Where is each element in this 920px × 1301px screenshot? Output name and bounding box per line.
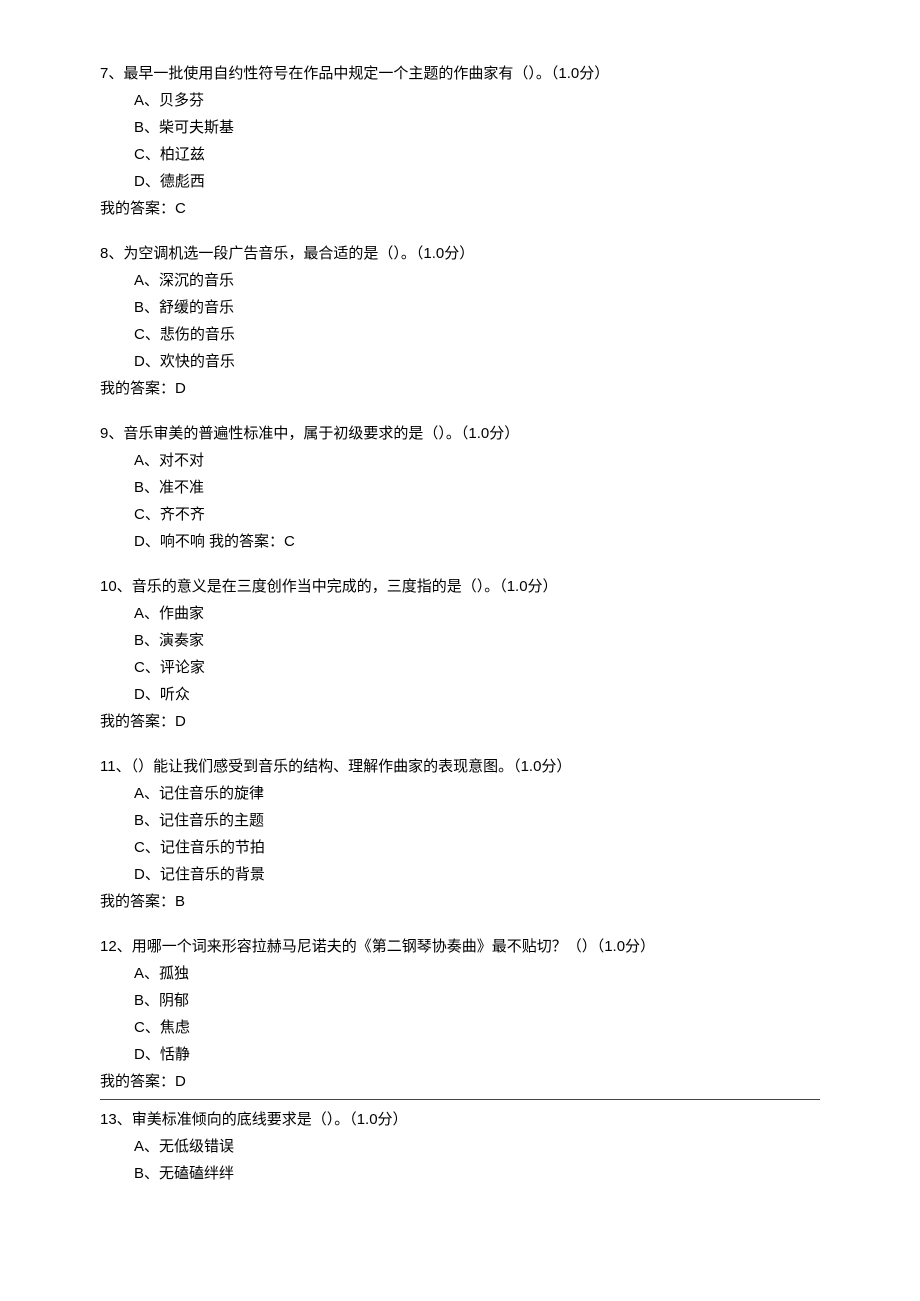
question-13: 13、审美标准倾向的底线要求是（）。（1.0分） A、无低级错误 B、无磕磕绊绊 — [100, 1106, 820, 1187]
question-12: 12、用哪一个词来形容拉赫马尼诺夫的《第二钢琴协奏曲》最不贴切？（）（1.0分）… — [100, 933, 820, 1095]
question-body: 音乐的意义是在三度创作当中完成的，三度指的是（）。（1.0分） — [132, 578, 558, 595]
option-c: C、记住音乐的节拍 — [100, 834, 820, 861]
question-text: 11、（）能让我们感受到音乐的结构、理解作曲家的表现意图。（1.0分） — [100, 753, 820, 780]
option-b: B、演奏家 — [100, 627, 820, 654]
question-body: 用哪一个词来形容拉赫马尼诺夫的《第二钢琴协奏曲》最不贴切？（）（1.0分） — [132, 938, 655, 955]
question-body: 审美标准倾向的底线要求是（）。（1.0分） — [132, 1111, 408, 1128]
question-body: （）能让我们感受到音乐的结构、理解作曲家的表现意图。（1.0分） — [131, 758, 572, 775]
my-answer: 我的答案：B — [100, 888, 820, 915]
question-text: 8、为空调机选一段广告音乐，最合适的是（）。（1.0分） — [100, 240, 820, 267]
option-a: A、作曲家 — [100, 600, 820, 627]
option-a: A、深沉的音乐 — [100, 267, 820, 294]
option-c: C、悲伤的音乐 — [100, 321, 820, 348]
question-number: 10、 — [100, 578, 132, 595]
option-d: D、欢快的音乐 — [100, 348, 820, 375]
question-number: 9、 — [100, 425, 123, 442]
option-c: C、焦虑 — [100, 1014, 820, 1041]
question-number: 11、 — [100, 758, 131, 775]
question-number: 13、 — [100, 1111, 132, 1128]
option-b: B、准不准 — [100, 474, 820, 501]
option-b: B、舒缓的音乐 — [100, 294, 820, 321]
question-body: 最早一批使用自约性符号在作品中规定一个主题的作曲家有（）。（1.0分） — [123, 65, 609, 82]
document-page: 7、最早一批使用自约性符号在作品中规定一个主题的作曲家有（）。（1.0分） A、… — [0, 0, 920, 1245]
option-b: B、柴可夫斯基 — [100, 114, 820, 141]
question-text: 10、音乐的意义是在三度创作当中完成的，三度指的是（）。（1.0分） — [100, 573, 820, 600]
option-a: A、记住音乐的旋律 — [100, 780, 820, 807]
question-7: 7、最早一批使用自约性符号在作品中规定一个主题的作曲家有（）。（1.0分） A、… — [100, 60, 820, 222]
my-answer: 我的答案：D — [100, 375, 820, 402]
option-d: D、记住音乐的背景 — [100, 861, 820, 888]
option-c: C、齐不齐 — [100, 501, 820, 528]
option-c: C、柏辽兹 — [100, 141, 820, 168]
option-a: A、对不对 — [100, 447, 820, 474]
question-text: 12、用哪一个词来形容拉赫马尼诺夫的《第二钢琴协奏曲》最不贴切？（）（1.0分） — [100, 933, 820, 960]
option-d: D、听众 — [100, 681, 820, 708]
question-9: 9、音乐审美的普遍性标准中，属于初级要求的是（）。（1.0分） A、对不对 B、… — [100, 420, 820, 555]
question-11: 11、（）能让我们感受到音乐的结构、理解作曲家的表现意图。（1.0分） A、记住… — [100, 753, 820, 915]
question-number: 7、 — [100, 65, 123, 82]
option-d: D、德彪西 — [100, 168, 820, 195]
option-b: B、阴郁 — [100, 987, 820, 1014]
option-d: D、恬静 — [100, 1041, 820, 1068]
question-10: 10、音乐的意义是在三度创作当中完成的，三度指的是（）。（1.0分） A、作曲家… — [100, 573, 820, 735]
option-c: C、评论家 — [100, 654, 820, 681]
option-a: A、无低级错误 — [100, 1133, 820, 1160]
option-b: B、记住音乐的主题 — [100, 807, 820, 834]
my-answer: 我的答案：C — [100, 195, 820, 222]
option-a: A、孤独 — [100, 960, 820, 987]
question-8: 8、为空调机选一段广告音乐，最合适的是（）。（1.0分） A、深沉的音乐 B、舒… — [100, 240, 820, 402]
question-text: 7、最早一批使用自约性符号在作品中规定一个主题的作曲家有（）。（1.0分） — [100, 60, 820, 87]
divider-line — [100, 1099, 820, 1100]
option-d: D、响不响 我的答案：C — [100, 528, 820, 555]
question-text: 13、审美标准倾向的底线要求是（）。（1.0分） — [100, 1106, 820, 1133]
question-body: 为空调机选一段广告音乐，最合适的是（）。（1.0分） — [123, 245, 474, 262]
my-answer: 我的答案：D — [100, 708, 820, 735]
question-text: 9、音乐审美的普遍性标准中，属于初级要求的是（）。（1.0分） — [100, 420, 820, 447]
my-answer: 我的答案：D — [100, 1068, 820, 1095]
question-number: 12、 — [100, 938, 132, 955]
option-a: A、贝多芬 — [100, 87, 820, 114]
question-body: 音乐审美的普遍性标准中，属于初级要求的是（）。（1.0分） — [123, 425, 519, 442]
question-number: 8、 — [100, 245, 123, 262]
option-b: B、无磕磕绊绊 — [100, 1160, 820, 1187]
